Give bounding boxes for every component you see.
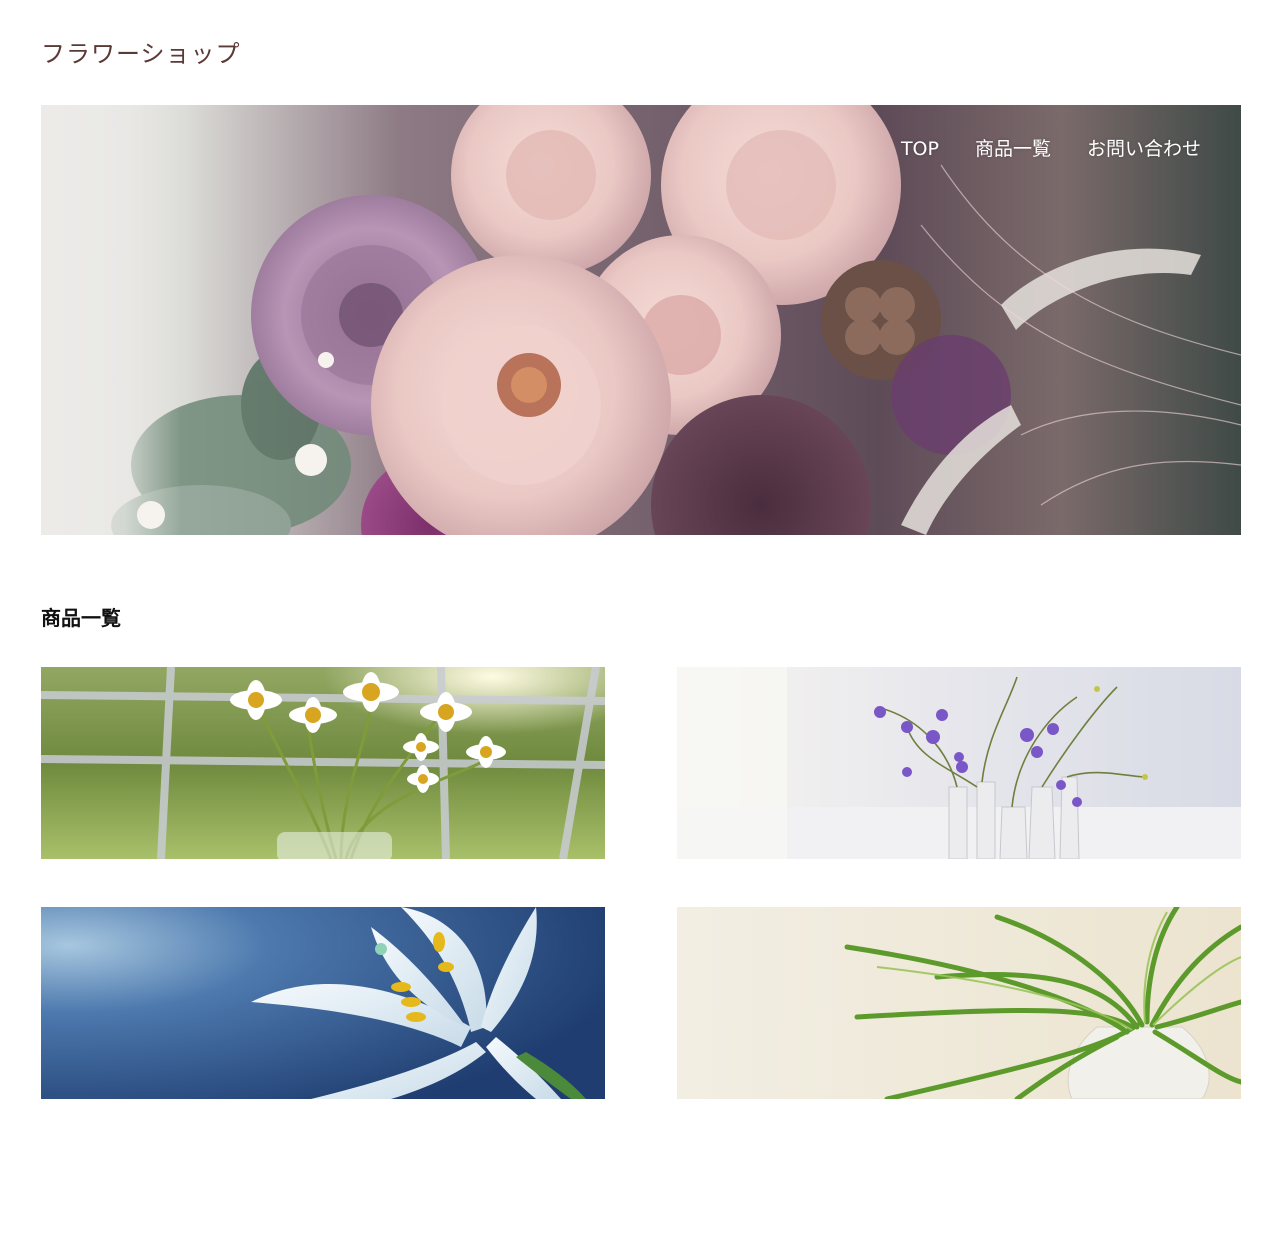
green-plant-image (677, 907, 1241, 1099)
nav-item-contact[interactable]: お問い合わせ (1087, 135, 1201, 163)
bellflowers-image (677, 667, 1241, 859)
page: フラワーショップ TOP 商品一覧 お問い合わせ 商品一覧 (0, 0, 1280, 1256)
daisies-image (41, 667, 605, 859)
product-card-green-plant[interactable] (677, 907, 1241, 1099)
nav-item-products[interactable]: 商品一覧 (975, 135, 1051, 163)
rose-bouquet-image (41, 105, 1241, 535)
hero-banner: TOP 商品一覧 お問い合わせ (41, 105, 1241, 535)
product-card-lily[interactable] (41, 907, 605, 1099)
site-title[interactable]: フラワーショップ (41, 38, 241, 70)
product-card-bellflowers[interactable] (677, 667, 1241, 859)
lily-image (41, 907, 605, 1099)
product-card-daisies[interactable] (41, 667, 605, 859)
nav-item-top[interactable]: TOP (901, 135, 939, 163)
main-nav: TOP 商品一覧 お問い合わせ (901, 135, 1201, 163)
products-heading: 商品一覧 (41, 606, 121, 630)
